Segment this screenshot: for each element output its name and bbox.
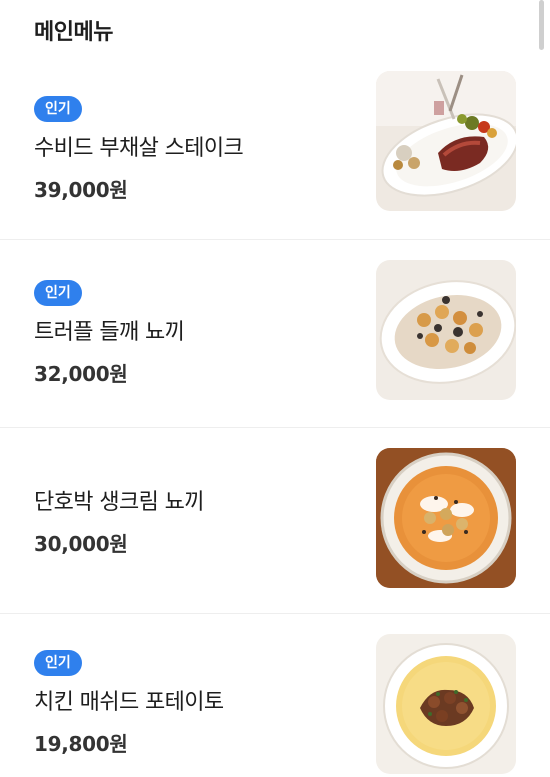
main-menu-page: 메인메뉴 인기 수비드 부채살 스테이크 39,000원 인기 트러플 들깨 뇨… [0, 0, 550, 777]
menu-item-name: 트러플 들깨 뇨끼 [34, 320, 185, 345]
popular-badge: 인기 [34, 96, 82, 122]
gnocchi-truffle-icon[interactable] [376, 260, 516, 400]
menu-item-info: 단호박 생크림 뇨끼 30,000원 [34, 428, 354, 613]
pumpkin-gnocchi-icon[interactable] [376, 448, 516, 588]
menu-item[interactable]: 인기 수비드 부채살 스테이크 39,000원 [0, 60, 550, 240]
menu-item[interactable]: 인기 치킨 매쉬드 포테이토 19,800원 [0, 614, 550, 777]
popular-badge: 인기 [34, 280, 82, 306]
section-title: 메인메뉴 [34, 20, 113, 45]
menu-item[interactable]: 인기 트러플 들깨 뇨끼 32,000원 [0, 240, 550, 428]
menu-item-info: 인기 치킨 매쉬드 포테이토 19,800원 [34, 614, 354, 777]
steak-plate-icon[interactable] [376, 71, 516, 211]
menu-list: 인기 수비드 부채살 스테이크 39,000원 인기 트러플 들깨 뇨끼 32,… [0, 60, 550, 777]
menu-item[interactable]: 단호박 생크림 뇨끼 30,000원 [0, 428, 550, 614]
menu-item-price: 30,000원 [34, 532, 128, 556]
menu-item-price: 32,000원 [34, 362, 128, 386]
scrollbar[interactable] [539, 0, 544, 50]
menu-item-name: 수비드 부채살 스테이크 [34, 136, 244, 161]
menu-item-info: 인기 수비드 부채살 스테이크 39,000원 [34, 60, 354, 239]
menu-item-info: 인기 트러플 들깨 뇨끼 32,000원 [34, 240, 354, 427]
menu-item-name: 단호박 생크림 뇨끼 [34, 490, 205, 515]
popular-badge: 인기 [34, 649, 82, 676]
chicken-mashed-potato-icon[interactable] [376, 634, 516, 774]
menu-item-price: 39,000원 [34, 178, 128, 202]
menu-item-name: 치킨 매쉬드 포테이토 [34, 689, 224, 715]
menu-item-price: 19,800원 [34, 731, 128, 756]
